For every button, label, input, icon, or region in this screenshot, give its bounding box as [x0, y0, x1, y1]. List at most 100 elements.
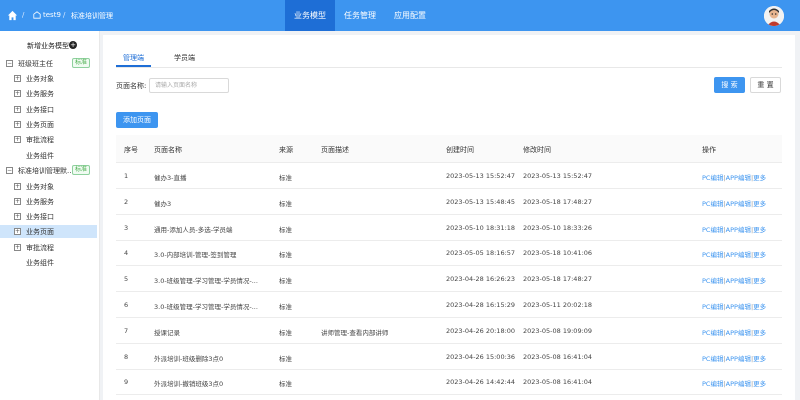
breadcrumb-app[interactable]: test9	[43, 11, 61, 19]
pc-edit-link[interactable]: PC编辑	[702, 329, 723, 337]
app-edit-link[interactable]: APP编辑	[726, 174, 751, 182]
tree-item-business-object[interactable]: + 业务对象	[0, 180, 97, 193]
tree-node-label: 标准培训管理默...	[18, 167, 74, 175]
reset-button[interactable]: 重 置	[750, 77, 781, 93]
breadcrumb-current: 标准培训管理	[71, 12, 113, 20]
more-link[interactable]: 更多	[753, 380, 766, 388]
pc-edit-link[interactable]: PC编辑	[702, 355, 723, 363]
tree-node-class-teacher[interactable]: − 班级班主任 标准	[0, 57, 97, 70]
pc-edit-link[interactable]: PC编辑	[702, 226, 723, 234]
more-link[interactable]: 更多	[753, 355, 766, 363]
table-row: 8 外派培训-班级删除3点0 标准 2023-04-26 15:00:36 2023-0…	[116, 344, 782, 370]
table-row: 7 授课记录 标准 讲师管理-查看内部讲师 2023-04-26 20:18:00 202…	[116, 318, 782, 344]
user-avatar[interactable]	[764, 6, 784, 26]
cell-source: 标准	[279, 328, 292, 337]
cell-modified-time: 2023-05-10 18:33:26	[523, 223, 593, 232]
app-icon	[33, 11, 41, 19]
expand-icon[interactable]: +	[14, 136, 21, 143]
nav-business-model[interactable]: 业务模型	[285, 0, 335, 31]
row-actions: PC编辑|APP编辑|更多	[702, 224, 766, 234]
tree-item-label: 业务接口	[26, 106, 54, 114]
pc-edit-link[interactable]: PC编辑	[702, 251, 723, 259]
app-edit-link[interactable]: APP编辑	[726, 303, 751, 311]
tree-item-business-page[interactable]: + 业务页面	[0, 118, 97, 131]
expand-icon[interactable]: +	[14, 121, 21, 128]
app-edit-link[interactable]: APP编辑	[726, 329, 751, 337]
cell-created-time: 2023-05-13 15:48:45	[446, 197, 516, 206]
tree-item-label: 审批流程	[26, 136, 54, 144]
cell-page-name: 授课记录	[154, 328, 180, 337]
cell-source: 标准	[279, 303, 292, 311]
nav-app-config[interactable]: 应用配置	[385, 0, 435, 31]
collapse-icon[interactable]: −	[6, 60, 13, 67]
tree-item-business-interface[interactable]: + 业务接口	[0, 103, 97, 116]
app-edit-link[interactable]: APP编辑	[726, 380, 751, 388]
tree-item-business-service[interactable]: + 业务服务	[0, 195, 97, 208]
expand-icon[interactable]: +	[14, 228, 21, 235]
column-header-no: 序号	[124, 146, 138, 154]
tree-item-business-component[interactable]: 业务组件	[0, 149, 97, 162]
new-model-label[interactable]: 新增业务模型	[27, 41, 69, 51]
cell-modified-time: 2023-05-18 17:48:27	[523, 197, 593, 206]
cell-page-name: 3.0-班级管理-学习管理-学员情况-...	[154, 277, 258, 286]
add-page-button[interactable]: 添加页面	[116, 112, 158, 128]
sidebar: 新增业务模型 + − 班级班主任 标准 + 业务对象 + 业务服务 + 业务接口…	[0, 31, 100, 400]
tree-item-label: 业务页面	[26, 121, 54, 129]
more-link[interactable]: 更多	[753, 277, 766, 285]
page-scrollbar[interactable]	[796, 31, 800, 400]
cell-modified-time: 2023-05-13 15:52:47	[523, 172, 593, 180]
add-model-icon[interactable]: +	[69, 41, 77, 49]
cell-modified-time: 2023-05-18 17:48:27	[523, 275, 593, 284]
pc-edit-link[interactable]: PC编辑	[702, 380, 723, 388]
tree-item-approval-flow[interactable]: + 审批流程	[0, 241, 97, 254]
standard-badge: 标准	[72, 165, 90, 175]
app-edit-link[interactable]: APP编辑	[726, 277, 751, 285]
tree-node-standard-training[interactable]: − 标准培训管理默... 标准	[0, 164, 97, 177]
more-link[interactable]: 更多	[753, 174, 766, 182]
pc-edit-link[interactable]: PC编辑	[702, 303, 723, 311]
tab-divider	[116, 67, 782, 68]
app-edit-link[interactable]: APP编辑	[726, 226, 751, 234]
tab-student[interactable]: 学员端	[174, 53, 195, 63]
tree-item-business-object[interactable]: + 业务对象	[0, 72, 97, 85]
more-link[interactable]: 更多	[753, 226, 766, 234]
expand-icon[interactable]: +	[14, 106, 21, 113]
tree-item-business-service[interactable]: + 业务服务	[0, 87, 97, 100]
tree-item-business-page-selected[interactable]: + 业务页面	[0, 225, 97, 238]
page-name-input[interactable]	[149, 78, 229, 93]
more-link[interactable]: 更多	[753, 251, 766, 259]
table-row: 6 3.0-班级管理-学习管理-学员情况-... 标准 2023-04-28 16:1…	[116, 292, 782, 318]
active-tab-indicator	[116, 65, 151, 67]
tree-item-label: 业务接口	[26, 213, 54, 221]
tree-item-approval-flow[interactable]: + 审批流程	[0, 133, 97, 146]
expand-icon[interactable]: +	[14, 213, 21, 220]
row-actions: PC编辑|APP编辑|更多	[702, 327, 766, 337]
app-edit-link[interactable]: APP编辑	[726, 355, 751, 363]
expand-icon[interactable]: +	[14, 90, 21, 97]
expand-icon[interactable]: +	[14, 198, 21, 205]
tree-item-business-component[interactable]: 业务组件	[0, 256, 97, 269]
tree-node-label: 班级班主任	[18, 60, 53, 68]
expand-icon[interactable]: +	[14, 75, 21, 82]
cell-page-name: 通用-添加人员-多选-学员端	[154, 225, 233, 234]
app-edit-link[interactable]: APP编辑	[726, 200, 751, 208]
nav-task-management[interactable]: 任务管理	[335, 0, 385, 31]
pc-edit-link[interactable]: PC编辑	[702, 174, 723, 182]
tree-item-business-interface[interactable]: + 业务接口	[0, 210, 97, 223]
cell-modified-time: 2023-05-18 10:41:06	[523, 249, 593, 258]
collapse-icon[interactable]: −	[6, 167, 13, 174]
more-link[interactable]: 更多	[753, 303, 766, 311]
expand-icon[interactable]: +	[14, 183, 21, 190]
cell-modified-time: 2023-05-08 16:41:04	[523, 352, 593, 361]
app-edit-link[interactable]: APP编辑	[726, 251, 751, 259]
pc-edit-link[interactable]: PC编辑	[702, 200, 723, 208]
pc-edit-link[interactable]: PC编辑	[702, 277, 723, 285]
cell-created-time: 2023-04-26 14:42:44	[446, 378, 516, 387]
home-icon[interactable]	[7, 10, 18, 21]
more-link[interactable]: 更多	[753, 200, 766, 208]
tab-admin[interactable]: 管理端	[123, 53, 144, 63]
search-button[interactable]: 搜 索	[714, 77, 745, 93]
expand-icon[interactable]: +	[14, 244, 21, 251]
cell-created-time: 2023-05-05 18:16:57	[446, 249, 516, 258]
more-link[interactable]: 更多	[753, 329, 766, 337]
